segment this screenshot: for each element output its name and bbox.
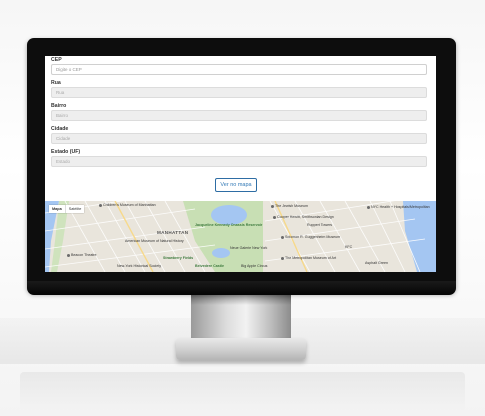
map-label-ruppert: Ruppert Towers xyxy=(307,223,333,227)
map-label-big-apple: Big Apple Circus xyxy=(241,264,268,268)
map-type-control: Mapa Satélite xyxy=(49,205,85,213)
estado-field: Estado (UF) Estado xyxy=(51,148,431,171)
cep-input[interactable]: Digite o CEP xyxy=(51,64,427,75)
cep-field: CEP Digite o CEP xyxy=(51,56,431,79)
map-label-historical-society: New-York Historical Society xyxy=(117,264,162,268)
map-label-reservoir: Jacqueline Kennedy Onassis Reservoir xyxy=(195,223,263,227)
map-label-childrens-museum: Children's Museum of Manhattan xyxy=(103,203,156,207)
monitor-stand-base xyxy=(176,338,306,360)
map-label-solomon: Solomon R. Guggenheim Museum xyxy=(285,235,341,239)
reflection xyxy=(20,372,465,412)
satellite-type-option[interactable]: Satélite xyxy=(66,205,85,213)
rua-label: Rua xyxy=(51,80,61,86)
map-pin-icon xyxy=(99,204,102,207)
map-pin-icon xyxy=(281,236,284,239)
map-pin-icon xyxy=(367,206,370,209)
bairro-label: Bairro xyxy=(51,103,67,109)
map-pin-icon xyxy=(271,205,274,208)
bairro-input[interactable]: Bairro xyxy=(51,110,427,121)
map-label-jewish-museum: The Jewish Museum xyxy=(275,204,308,208)
cidade-input[interactable]: Cidade xyxy=(51,133,427,144)
map-type-option[interactable]: Mapa xyxy=(49,205,66,213)
map-pin-icon xyxy=(67,254,70,257)
map-label-neue-galerie: Neue Galerie New York xyxy=(230,246,268,250)
rua-field: Rua Rua xyxy=(51,79,431,102)
map-label-cooper-hewitt: Cooper Hewitt, Smithsonian Design xyxy=(277,215,334,219)
map-label-beacon-theatre: Beacon Theatre xyxy=(71,253,97,257)
map-label-natural-history: American Museum of Natural History xyxy=(125,239,184,243)
ver-no-mapa-button[interactable]: Ver no mapa xyxy=(215,178,257,192)
map-pin-icon xyxy=(273,216,276,219)
rua-input[interactable]: Rua xyxy=(51,87,427,98)
map-label-asphalt-green: Asphalt Green xyxy=(365,261,388,265)
map-label-manhattan: MANHATTAN xyxy=(157,230,189,235)
estado-label: Estado (UF) xyxy=(51,149,81,155)
map-view[interactable]: Mapa Satélite MANHATTAN Children's Museu… xyxy=(45,201,436,272)
cidade-label: Cidade xyxy=(51,126,69,132)
monitor-screen: CEP Digite o CEP Rua Rua Bairro Bairro C… xyxy=(45,56,436,272)
bairro-field: Bairro Bairro xyxy=(51,102,431,125)
map-label-kfc: KFC xyxy=(345,245,353,249)
map-label-met: The Metropolitan Museum of Art xyxy=(285,256,337,260)
cep-label: CEP xyxy=(51,57,62,63)
monitor-stand-shadow xyxy=(191,295,291,305)
map-label-strawberry-fields: Strawberry Fields xyxy=(163,256,194,260)
map-label-nyc-health: NYC Health + Hospitals/Metropolitan xyxy=(371,205,430,209)
map-label-belvedere: Belvedere Castle xyxy=(195,264,224,268)
estado-input[interactable]: Estado xyxy=(51,156,427,167)
cidade-field: Cidade Cidade xyxy=(51,125,431,148)
address-form: CEP Digite o CEP Rua Rua Bairro Bairro C… xyxy=(51,56,431,171)
monitor-chin xyxy=(27,281,456,295)
map-pin-icon xyxy=(281,257,284,260)
